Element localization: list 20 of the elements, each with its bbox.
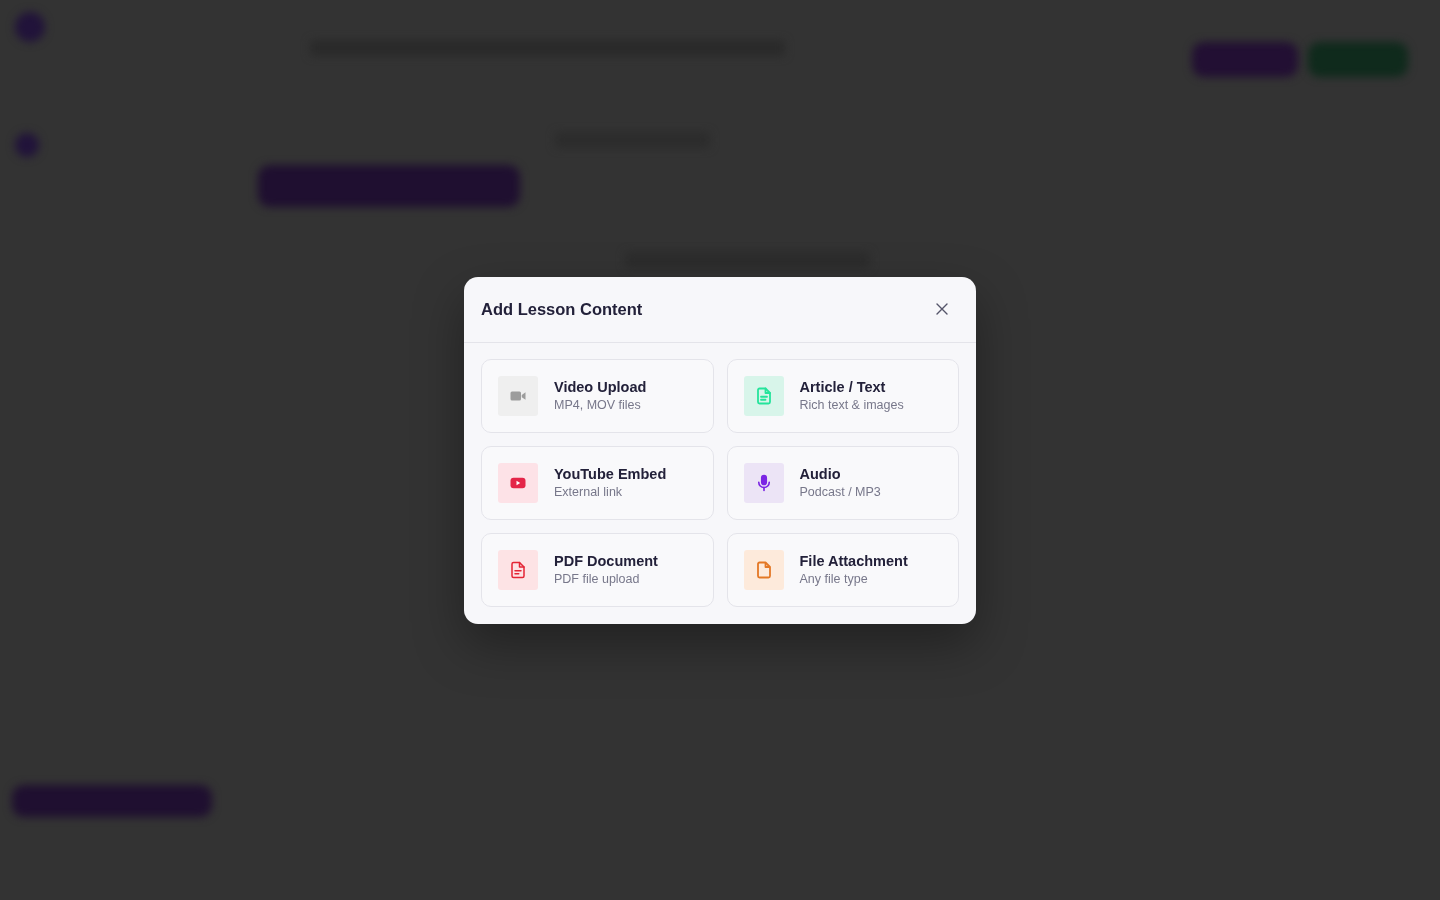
option-title: Video Upload (554, 379, 647, 395)
option-title: PDF Document (554, 553, 658, 569)
content-option[interactable]: File Attachment Any file type (726, 532, 959, 607)
content-option[interactable]: Audio Podcast / MP3 (726, 445, 959, 520)
close-icon (936, 303, 948, 315)
content-option[interactable]: YouTube Embed External link (481, 445, 714, 520)
option-title: File Attachment (799, 553, 908, 569)
option-description: Any file type (799, 572, 869, 586)
option-title: Article / Text (799, 379, 887, 395)
option-title: YouTube Embed (554, 466, 667, 482)
option-title: Audio (799, 466, 842, 482)
option-description: External link (554, 485, 624, 499)
option-description: Podcast / MP3 (799, 485, 881, 499)
option-description: Rich text & images (799, 398, 904, 412)
content-option[interactable]: PDF Document PDF file upload (481, 532, 714, 607)
option-description: PDF file upload (554, 572, 641, 586)
content-option[interactable]: Article / Text Rich text & images (726, 358, 959, 433)
option-description: MP4, MOV files (554, 398, 642, 412)
content-option[interactable]: Video Upload MP4, MOV files (481, 358, 714, 433)
dialog-title: Add Lesson Content (481, 299, 643, 319)
